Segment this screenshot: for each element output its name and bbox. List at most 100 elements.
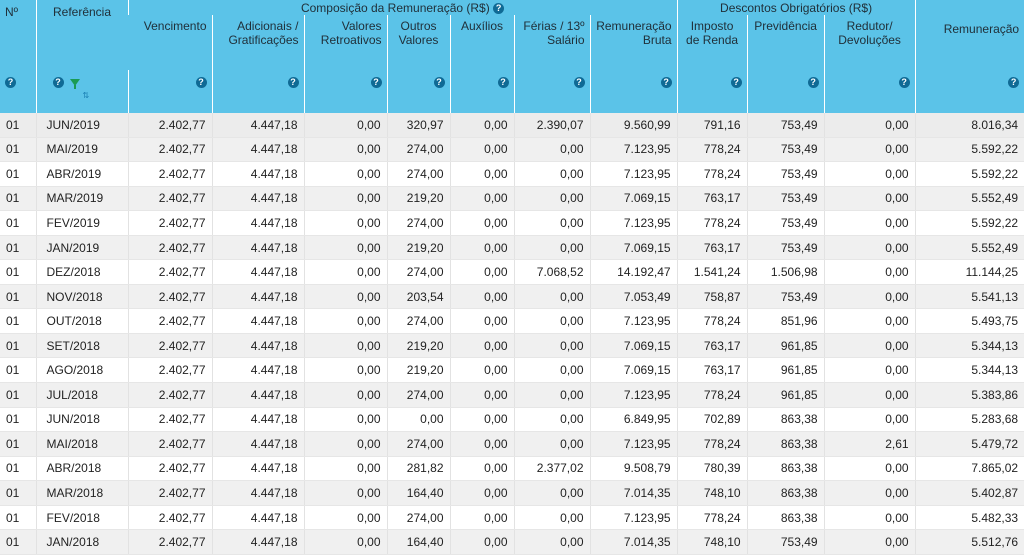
cell-ferias: 0,00 xyxy=(513,529,590,555)
cell-bruta: 7.069,15 xyxy=(589,235,678,261)
cell-auxilios: 0,00 xyxy=(449,235,514,261)
cell-vencimento: 2.402,77 xyxy=(127,333,212,359)
table-row[interactable]: 01 AGO/2018 2.402,77 4.447,18 0,00 219,20 0,00… xyxy=(0,357,1024,384)
cell-ferias: 0,00 xyxy=(513,137,590,163)
table-row[interactable]: 01 MAI/2018 2.402,77 4.447,18 0,00 274,00 0,00… xyxy=(0,431,1024,457)
cell-retroativos: 0,00 xyxy=(303,284,387,310)
cell-imposto: 778,24 xyxy=(676,137,748,163)
table-row[interactable]: 01 JUL/2018 2.402,77 4.447,18 0,00 274,00 0,00… xyxy=(0,382,1024,408)
table-row[interactable]: 01 JAN/2019 2.402,77 4.447,18 0,00 219,20 0,00… xyxy=(0,235,1024,261)
cell-liquida: 5.552,49 xyxy=(914,235,1024,261)
cell-liquida: 5.512,76 xyxy=(914,529,1024,555)
cell-outros: 274,00 xyxy=(386,308,450,334)
cell-outros: 274,00 xyxy=(386,382,450,408)
help-icon[interactable]: ? xyxy=(573,77,585,89)
table-row[interactable]: 01 ABR/2019 2.402,77 4.447,18 0,00 274,00 0,00… xyxy=(0,161,1024,187)
help-cell: ? xyxy=(211,70,304,113)
cell-retroativos: 0,00 xyxy=(303,186,387,212)
cell-ferias: 0,00 xyxy=(513,235,590,261)
cell-imposto: 778,24 xyxy=(676,431,748,457)
help-icon[interactable]: ? xyxy=(660,77,672,89)
help-icon[interactable]: ? xyxy=(370,77,382,89)
cell-adicionais: 4.447,18 xyxy=(211,431,304,457)
col-header-num: Nº xyxy=(0,0,36,70)
table-row[interactable]: 01 OUT/2018 2.402,77 4.447,18 0,00 274,00 0,00… xyxy=(0,308,1024,334)
col-header-redutor: Redutor/ Devoluções xyxy=(823,15,916,70)
cell-retroativos: 0,00 xyxy=(303,480,387,506)
help-cell: ? xyxy=(303,70,387,113)
cell-adicionais: 4.447,18 xyxy=(211,113,304,138)
cell-auxilios: 0,00 xyxy=(449,186,514,212)
table-row[interactable]: 01 MAI/2019 2.402,77 4.447,18 0,00 274,00 0,00… xyxy=(0,137,1024,163)
cell-outros: 219,20 xyxy=(386,357,450,384)
table-row[interactable]: 01 JAN/2018 2.402,77 4.447,18 0,00 164,40 0,00… xyxy=(0,529,1024,555)
table-row[interactable]: 01 MAR/2018 2.402,77 4.447,18 0,00 164,40 0,00… xyxy=(0,480,1024,506)
help-cell: ? xyxy=(449,70,514,113)
table-row[interactable]: 01 DEZ/2018 2.402,77 4.447,18 0,00 274,00 0,00… xyxy=(0,259,1024,285)
help-icon[interactable]: ? xyxy=(493,3,505,15)
cell-vencimento: 2.402,77 xyxy=(127,161,212,187)
help-icon[interactable]: ? xyxy=(730,77,742,89)
cell-previdencia: 753,49 xyxy=(746,529,825,555)
table-row[interactable]: 01 FEV/2018 2.402,77 4.447,18 0,00 274,00 0,00… xyxy=(0,505,1024,531)
cell-redutor: 0,00 xyxy=(823,382,916,408)
table-row[interactable]: 01 JUN/2019 2.402,77 4.447,18 0,00 320,97 0,00… xyxy=(0,113,1024,138)
cell-outros: 274,00 xyxy=(386,161,450,187)
cell-auxilios: 0,00 xyxy=(449,210,514,236)
help-icon[interactable]: ? xyxy=(1008,77,1020,89)
table-row[interactable]: 01 ABR/2018 2.402,77 4.447,18 0,00 281,82 0,00… xyxy=(0,456,1024,482)
help-icon[interactable]: ? xyxy=(807,77,819,89)
cell-previdencia: 961,85 xyxy=(746,357,825,384)
filter-icon[interactable] xyxy=(69,79,80,90)
cell-vencimento: 2.402,77 xyxy=(127,259,212,285)
cell-ferias: 0,00 xyxy=(513,308,590,334)
cell-retroativos: 0,00 xyxy=(303,210,387,236)
cell-outros: 274,00 xyxy=(386,210,450,236)
cell-retroativos: 0,00 xyxy=(303,456,387,482)
col-header-ref[interactable]: Referência xyxy=(35,0,128,70)
cell-bruta: 7.123,95 xyxy=(589,161,678,187)
cell-retroativos: 0,00 xyxy=(303,137,387,163)
cell-adicionais: 4.447,18 xyxy=(211,161,304,187)
table-row[interactable]: 01 NOV/2018 2.402,77 4.447,18 0,00 203,54 0,00… xyxy=(0,284,1024,310)
cell-num: 01 xyxy=(0,333,36,359)
cell-auxilios: 0,00 xyxy=(449,529,514,555)
cell-redutor: 0,00 xyxy=(823,529,916,555)
cell-num: 01 xyxy=(0,137,36,163)
cell-liquida: 5.344,13 xyxy=(914,357,1024,384)
cell-auxilios: 0,00 xyxy=(449,308,514,334)
table-row[interactable]: 01 JUN/2018 2.402,77 4.447,18 0,00 0,00 0,00 0,… xyxy=(0,407,1024,433)
cell-vencimento: 2.402,77 xyxy=(127,505,212,531)
cell-imposto: 778,24 xyxy=(676,308,748,334)
table-row[interactable]: 01 SET/2018 2.402,77 4.447,18 0,00 219,20 0,00… xyxy=(0,333,1024,359)
cell-adicionais: 4.447,18 xyxy=(211,137,304,163)
help-icon[interactable]: ? xyxy=(497,77,509,89)
help-icon[interactable]: ? xyxy=(287,77,299,89)
cell-imposto: 780,39 xyxy=(676,456,748,482)
help-icon[interactable]: ? xyxy=(195,77,207,89)
cell-adicionais: 4.447,18 xyxy=(211,284,304,310)
cell-redutor: 0,00 xyxy=(823,210,916,236)
help-icon[interactable]: ? xyxy=(52,77,64,89)
cell-vencimento: 2.402,77 xyxy=(127,529,212,555)
cell-retroativos: 0,00 xyxy=(303,407,387,433)
cell-ferias: 0,00 xyxy=(513,210,590,236)
cell-bruta: 7.123,95 xyxy=(589,308,678,334)
sort-icon[interactable]: ⇅ xyxy=(83,92,123,100)
cell-auxilios: 0,00 xyxy=(449,333,514,359)
help-cell: ? xyxy=(914,70,1024,113)
cell-num: 01 xyxy=(0,529,36,555)
cell-num: 01 xyxy=(0,284,36,310)
cell-liquida: 5.541,13 xyxy=(914,284,1024,310)
help-icon[interactable]: ? xyxy=(433,77,445,89)
cell-ferias: 7.068,52 xyxy=(513,259,590,285)
table-row[interactable]: 01 FEV/2019 2.402,77 4.447,18 0,00 274,00 0,00… xyxy=(0,210,1024,236)
cell-liquida: 5.592,22 xyxy=(914,210,1024,236)
cell-ferias: 0,00 xyxy=(513,161,590,187)
table-row[interactable]: 01 MAR/2019 2.402,77 4.447,18 0,00 219,20 0,00… xyxy=(0,186,1024,212)
cell-bruta: 7.123,95 xyxy=(589,137,678,163)
help-icon[interactable]: ? xyxy=(898,77,910,89)
cell-adicionais: 4.447,18 xyxy=(211,480,304,506)
help-icon[interactable]: ? xyxy=(5,77,16,89)
cell-auxilios: 0,00 xyxy=(449,113,514,138)
